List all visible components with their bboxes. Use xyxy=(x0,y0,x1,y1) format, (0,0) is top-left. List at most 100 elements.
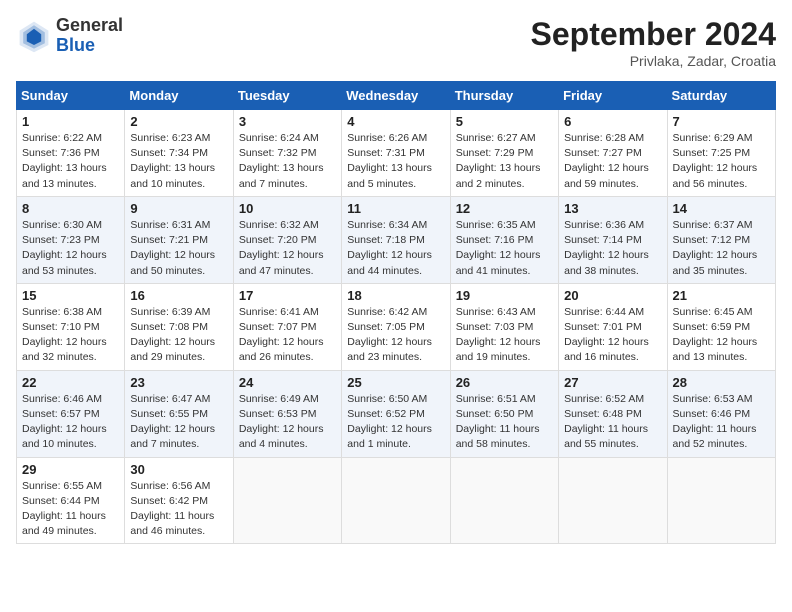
day-detail: Sunrise: 6:39 AM Sunset: 7:08 PM Dayligh… xyxy=(130,305,227,366)
calendar-cell: 29 Sunrise: 6:55 AM Sunset: 6:44 PM Dayli… xyxy=(17,457,125,544)
calendar-cell: 3 Sunrise: 6:24 AM Sunset: 7:32 PM Daylig… xyxy=(233,110,341,197)
day-detail: Sunrise: 6:45 AM Sunset: 6:59 PM Dayligh… xyxy=(673,305,770,366)
calendar-cell: 30 Sunrise: 6:56 AM Sunset: 6:42 PM Dayli… xyxy=(125,457,233,544)
calendar-weekday-monday: Monday xyxy=(125,82,233,110)
day-detail: Sunrise: 6:32 AM Sunset: 7:20 PM Dayligh… xyxy=(239,218,336,279)
logo: General Blue xyxy=(16,16,123,56)
day-number: 18 xyxy=(347,288,444,303)
day-detail: Sunrise: 6:36 AM Sunset: 7:14 PM Dayligh… xyxy=(564,218,661,279)
calendar-table: SundayMondayTuesdayWednesdayThursdayFrid… xyxy=(16,81,776,544)
day-number: 1 xyxy=(22,114,119,129)
day-detail: Sunrise: 6:41 AM Sunset: 7:07 PM Dayligh… xyxy=(239,305,336,366)
calendar-cell: 22 Sunrise: 6:46 AM Sunset: 6:57 PM Dayli… xyxy=(17,370,125,457)
day-detail: Sunrise: 6:38 AM Sunset: 7:10 PM Dayligh… xyxy=(22,305,119,366)
day-number: 4 xyxy=(347,114,444,129)
calendar-weekday-thursday: Thursday xyxy=(450,82,558,110)
day-detail: Sunrise: 6:53 AM Sunset: 6:46 PM Dayligh… xyxy=(673,392,770,453)
calendar-weekday-friday: Friday xyxy=(559,82,667,110)
calendar-cell: 26 Sunrise: 6:51 AM Sunset: 6:50 PM Dayli… xyxy=(450,370,558,457)
calendar-cell: 2Sunrise: 6:23 AM Sunset: 7:34 PM Daylig… xyxy=(125,110,233,197)
calendar-cell: 28 Sunrise: 6:53 AM Sunset: 6:46 PM Dayli… xyxy=(667,370,775,457)
day-number: 7 xyxy=(673,114,770,129)
day-number: 20 xyxy=(564,288,661,303)
calendar-cell: 11 Sunrise: 6:34 AM Sunset: 7:18 PM Dayli… xyxy=(342,196,450,283)
calendar-cell: 13 Sunrise: 6:36 AM Sunset: 7:14 PM Dayli… xyxy=(559,196,667,283)
day-detail: Sunrise: 6:43 AM Sunset: 7:03 PM Dayligh… xyxy=(456,305,553,366)
title-block: September 2024 Privlaka, Zadar, Croatia xyxy=(531,16,776,69)
calendar-cell xyxy=(233,457,341,544)
calendar-header-row: SundayMondayTuesdayWednesdayThursdayFrid… xyxy=(17,82,776,110)
day-detail: Sunrise: 6:24 AM Sunset: 7:32 PM Dayligh… xyxy=(239,131,336,192)
day-detail: Sunrise: 6:28 AM Sunset: 7:27 PM Dayligh… xyxy=(564,131,661,192)
calendar-cell: 19 Sunrise: 6:43 AM Sunset: 7:03 PM Dayli… xyxy=(450,283,558,370)
day-number: 19 xyxy=(456,288,553,303)
calendar-cell: 20Sunrise: 6:44 AM Sunset: 7:01 PM Dayli… xyxy=(559,283,667,370)
logo-text: General Blue xyxy=(56,16,123,56)
day-number: 29 xyxy=(22,462,119,477)
day-detail: Sunrise: 6:35 AM Sunset: 7:16 PM Dayligh… xyxy=(456,218,553,279)
calendar-week-row: 22 Sunrise: 6:46 AM Sunset: 6:57 PM Dayli… xyxy=(17,370,776,457)
calendar-week-row: 15Sunrise: 6:38 AM Sunset: 7:10 PM Dayli… xyxy=(17,283,776,370)
day-detail: Sunrise: 6:56 AM Sunset: 6:42 PM Dayligh… xyxy=(130,479,227,540)
day-number: 16 xyxy=(130,288,227,303)
calendar-cell: 14Sunrise: 6:37 AM Sunset: 7:12 PM Dayli… xyxy=(667,196,775,283)
calendar-cell xyxy=(342,457,450,544)
day-detail: Sunrise: 6:51 AM Sunset: 6:50 PM Dayligh… xyxy=(456,392,553,453)
day-detail: Sunrise: 6:34 AM Sunset: 7:18 PM Dayligh… xyxy=(347,218,444,279)
day-number: 9 xyxy=(130,201,227,216)
day-detail: Sunrise: 6:29 AM Sunset: 7:25 PM Dayligh… xyxy=(673,131,770,192)
calendar-week-row: 29 Sunrise: 6:55 AM Sunset: 6:44 PM Dayli… xyxy=(17,457,776,544)
calendar-weekday-sunday: Sunday xyxy=(17,82,125,110)
day-detail: Sunrise: 6:47 AM Sunset: 6:55 PM Dayligh… xyxy=(130,392,227,453)
month-title: September 2024 xyxy=(531,16,776,53)
day-number: 11 xyxy=(347,201,444,216)
calendar-cell: 6 Sunrise: 6:28 AM Sunset: 7:27 PM Daylig… xyxy=(559,110,667,197)
calendar-cell: 27 Sunrise: 6:52 AM Sunset: 6:48 PM Dayli… xyxy=(559,370,667,457)
calendar-cell xyxy=(450,457,558,544)
calendar-cell: 1 Sunrise: 6:22 AM Sunset: 7:36 PM Daylig… xyxy=(17,110,125,197)
calendar-cell: 21 Sunrise: 6:45 AM Sunset: 6:59 PM Dayli… xyxy=(667,283,775,370)
day-number: 26 xyxy=(456,375,553,390)
day-number: 8 xyxy=(22,201,119,216)
calendar-cell: 24 Sunrise: 6:49 AM Sunset: 6:53 PM Dayli… xyxy=(233,370,341,457)
day-number: 22 xyxy=(22,375,119,390)
calendar-week-row: 1 Sunrise: 6:22 AM Sunset: 7:36 PM Daylig… xyxy=(17,110,776,197)
day-number: 13 xyxy=(564,201,661,216)
day-number: 14 xyxy=(673,201,770,216)
day-detail: Sunrise: 6:49 AM Sunset: 6:53 PM Dayligh… xyxy=(239,392,336,453)
day-detail: Sunrise: 6:55 AM Sunset: 6:44 PM Dayligh… xyxy=(22,479,119,540)
calendar-cell: 23Sunrise: 6:47 AM Sunset: 6:55 PM Dayli… xyxy=(125,370,233,457)
day-number: 2 xyxy=(130,114,227,129)
day-number: 21 xyxy=(673,288,770,303)
page-header: General Blue September 2024 Privlaka, Za… xyxy=(16,16,776,69)
day-detail: Sunrise: 6:26 AM Sunset: 7:31 PM Dayligh… xyxy=(347,131,444,192)
day-number: 3 xyxy=(239,114,336,129)
calendar-weekday-wednesday: Wednesday xyxy=(342,82,450,110)
calendar-cell: 18 Sunrise: 6:42 AM Sunset: 7:05 PM Dayli… xyxy=(342,283,450,370)
day-number: 27 xyxy=(564,375,661,390)
logo-icon xyxy=(16,18,52,54)
day-number: 28 xyxy=(673,375,770,390)
day-detail: Sunrise: 6:31 AM Sunset: 7:21 PM Dayligh… xyxy=(130,218,227,279)
calendar-cell: 16 Sunrise: 6:39 AM Sunset: 7:08 PM Dayli… xyxy=(125,283,233,370)
calendar-cell: 7 Sunrise: 6:29 AM Sunset: 7:25 PM Daylig… xyxy=(667,110,775,197)
day-detail: Sunrise: 6:46 AM Sunset: 6:57 PM Dayligh… xyxy=(22,392,119,453)
day-detail: Sunrise: 6:50 AM Sunset: 6:52 PM Dayligh… xyxy=(347,392,444,453)
calendar-cell: 17 Sunrise: 6:41 AM Sunset: 7:07 PM Dayli… xyxy=(233,283,341,370)
day-number: 24 xyxy=(239,375,336,390)
day-detail: Sunrise: 6:27 AM Sunset: 7:29 PM Dayligh… xyxy=(456,131,553,192)
day-detail: Sunrise: 6:30 AM Sunset: 7:23 PM Dayligh… xyxy=(22,218,119,279)
calendar-weekday-saturday: Saturday xyxy=(667,82,775,110)
calendar-cell: 5Sunrise: 6:27 AM Sunset: 7:29 PM Daylig… xyxy=(450,110,558,197)
day-number: 25 xyxy=(347,375,444,390)
day-number: 12 xyxy=(456,201,553,216)
day-number: 17 xyxy=(239,288,336,303)
day-number: 10 xyxy=(239,201,336,216)
day-number: 30 xyxy=(130,462,227,477)
calendar-cell: 10 Sunrise: 6:32 AM Sunset: 7:20 PM Dayli… xyxy=(233,196,341,283)
calendar-cell: 15Sunrise: 6:38 AM Sunset: 7:10 PM Dayli… xyxy=(17,283,125,370)
day-detail: Sunrise: 6:22 AM Sunset: 7:36 PM Dayligh… xyxy=(22,131,119,192)
day-detail: Sunrise: 6:42 AM Sunset: 7:05 PM Dayligh… xyxy=(347,305,444,366)
day-number: 6 xyxy=(564,114,661,129)
day-detail: Sunrise: 6:52 AM Sunset: 6:48 PM Dayligh… xyxy=(564,392,661,453)
